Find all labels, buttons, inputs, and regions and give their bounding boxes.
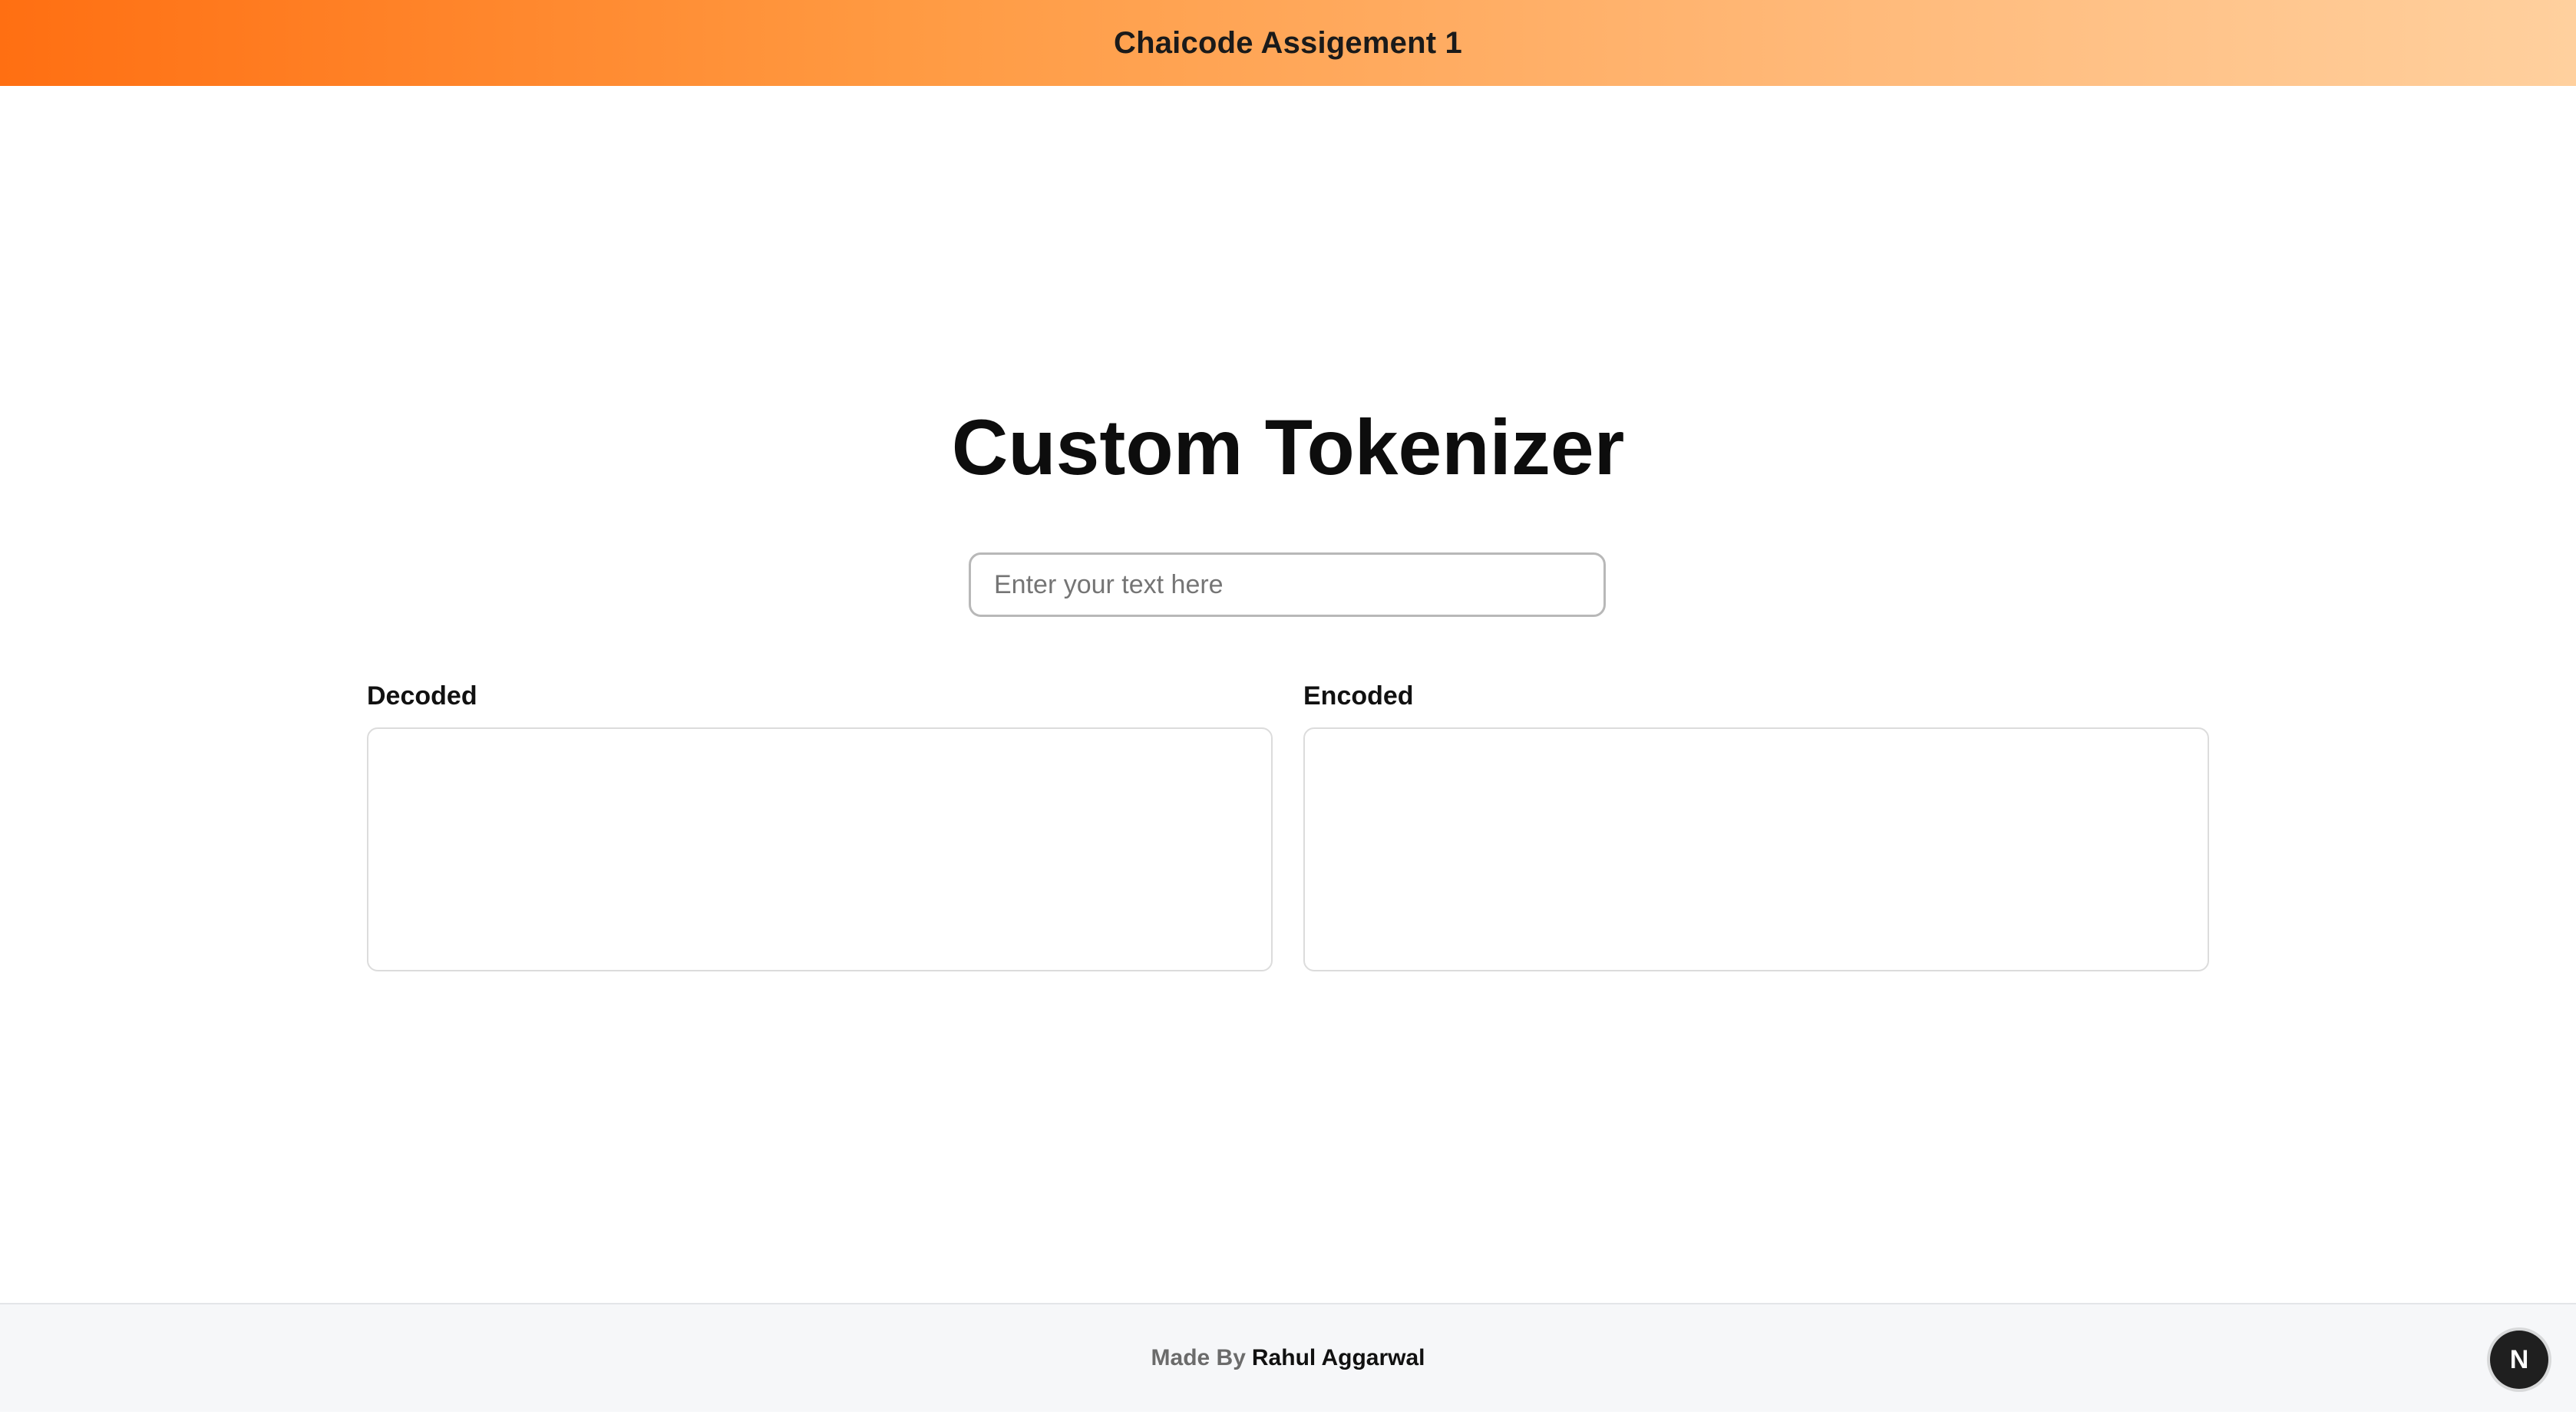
page-title: Custom Tokenizer [951, 404, 1625, 491]
nextjs-icon[interactable]: N [2490, 1331, 2548, 1389]
nextjs-letter: N [2509, 1344, 2529, 1374]
header-title: Chaicode Assigement 1 [1114, 25, 1462, 60]
decoded-label: Decoded [367, 681, 477, 711]
decoded-output[interactable] [367, 727, 1273, 971]
header-bar: Chaicode Assigement 1 [0, 0, 2576, 86]
footer: Made By Rahul Aggarwal [0, 1303, 2576, 1412]
encoded-output[interactable] [1303, 727, 2209, 971]
footer-prefix: Made By [1151, 1345, 1246, 1370]
footer-author: Rahul Aggarwal [1251, 1345, 1425, 1370]
encoded-label: Encoded [1303, 681, 1414, 711]
text-input[interactable] [969, 552, 1606, 617]
